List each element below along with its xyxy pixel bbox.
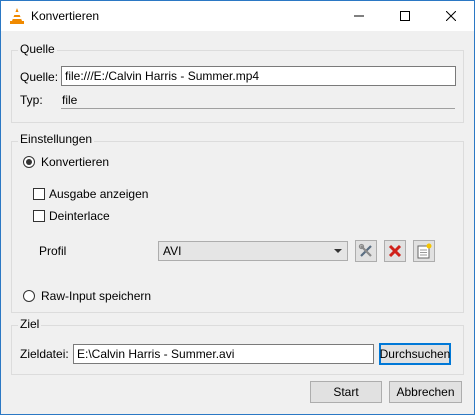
profile-select-value: AVI xyxy=(163,244,182,258)
source-field-label: Quelle: xyxy=(20,70,59,84)
convert-dialog: Konvertieren Quelle Quelle: file:///E:/C… xyxy=(0,0,475,415)
minimize-button[interactable] xyxy=(336,1,382,31)
type-underline xyxy=(61,108,455,109)
cancel-button[interactable]: Abbrechen xyxy=(389,381,462,403)
convert-radio-label[interactable]: Konvertieren xyxy=(41,155,109,169)
source-input[interactable]: file:///E:/Calvin Harris - Summer.mp4 xyxy=(61,66,456,86)
tools-icon xyxy=(358,243,372,257)
deinterlace-checkbox[interactable] xyxy=(33,210,45,222)
deinterlace-label[interactable]: Deinterlace xyxy=(49,209,110,223)
profile-label: Profil xyxy=(39,244,67,258)
title-bar[interactable]: Konvertieren xyxy=(1,1,474,31)
vlc-cone-icon xyxy=(10,8,24,24)
maximize-button[interactable] xyxy=(382,1,428,31)
new-profile-button[interactable] xyxy=(413,240,435,262)
window-title: Konvertieren xyxy=(31,9,100,23)
close-button[interactable] xyxy=(428,1,474,31)
start-button[interactable]: Start xyxy=(310,381,382,403)
destination-group-label: Ziel xyxy=(18,317,42,331)
destination-file-label: Zieldatei: xyxy=(20,347,69,361)
maximize-icon xyxy=(400,11,410,21)
raw-input-label[interactable]: Raw-Input speichern xyxy=(41,289,151,303)
edit-profile-button[interactable] xyxy=(355,240,377,262)
show-output-checkbox[interactable] xyxy=(33,188,45,200)
source-group xyxy=(11,50,464,123)
minimize-icon xyxy=(354,15,364,17)
raw-input-radio[interactable] xyxy=(23,290,35,302)
chevron-down-icon xyxy=(334,249,342,253)
type-label: Typ: xyxy=(20,93,43,107)
source-group-label: Quelle xyxy=(18,42,57,56)
new-profile-icon xyxy=(417,243,432,259)
show-output-label[interactable]: Ausgabe anzeigen xyxy=(49,187,148,201)
settings-group-label: Einstellungen xyxy=(18,132,95,146)
delete-profile-button[interactable] xyxy=(384,240,406,262)
destination-file-input[interactable]: E:\Calvin Harris - Summer.avi xyxy=(73,344,374,364)
type-value: file xyxy=(62,93,78,107)
convert-radio[interactable] xyxy=(23,156,35,168)
browse-button[interactable]: Durchsuchen xyxy=(379,343,451,365)
close-icon xyxy=(446,11,456,21)
profile-select[interactable]: AVI xyxy=(158,241,348,261)
delete-icon xyxy=(388,244,402,258)
